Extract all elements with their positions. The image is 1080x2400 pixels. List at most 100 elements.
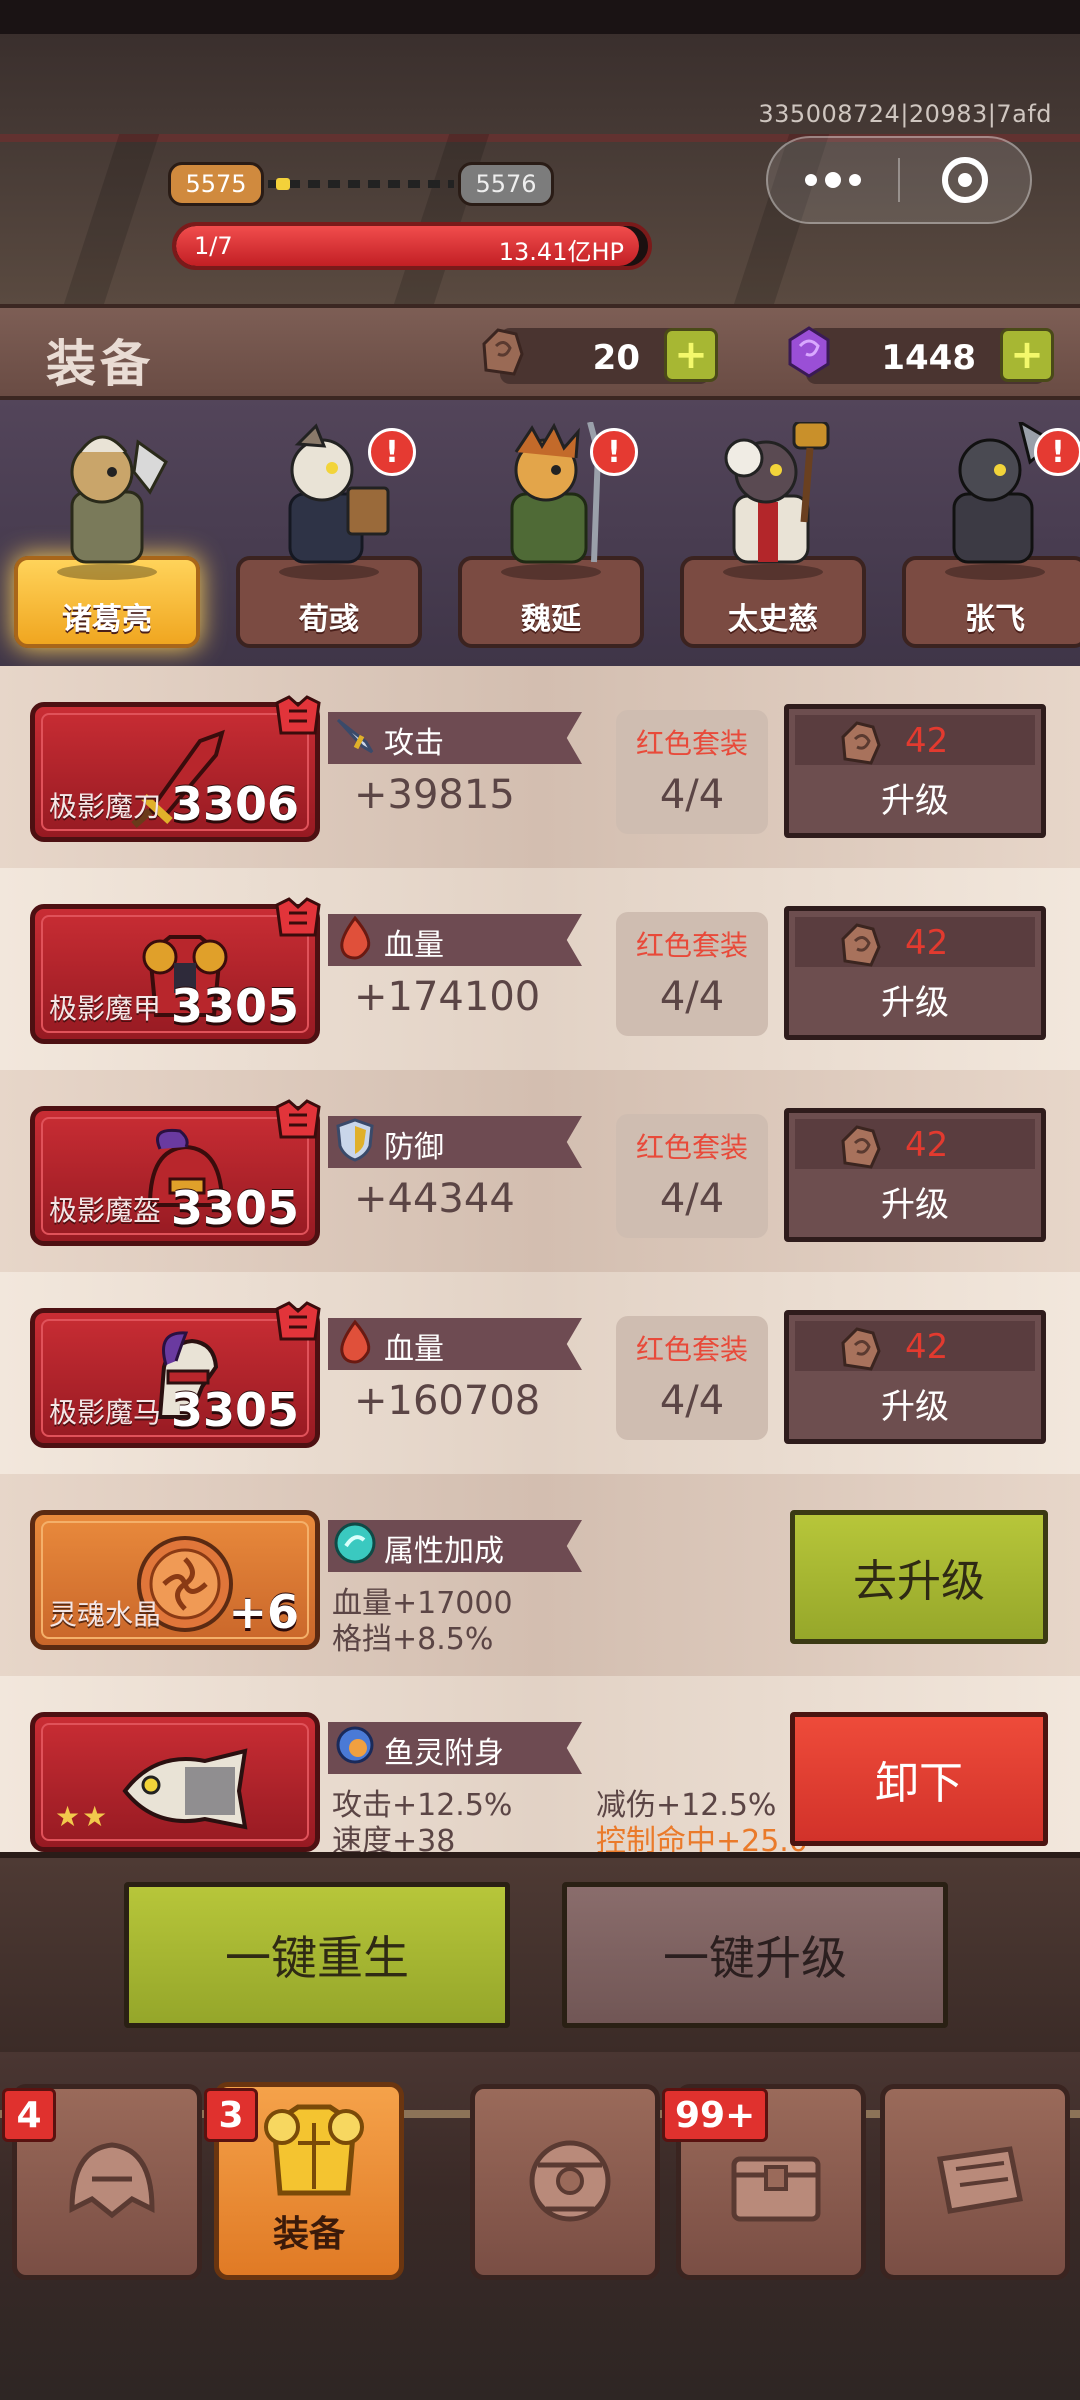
one-click-rebirth-button[interactable]: 一键重生	[124, 1882, 510, 2028]
next-level-badge: 5576	[458, 162, 554, 206]
upgrade-button[interactable]: 42 升级	[784, 1310, 1046, 1444]
upgrade-label: 升级	[881, 1185, 949, 1225]
stat-value: +39815	[354, 772, 515, 818]
equipment-name: 极影魔甲	[49, 992, 162, 1025]
sword-icon	[336, 718, 374, 754]
hero-card-zhang-fei[interactable]: ! 张飞	[898, 412, 1080, 652]
cost-value: 42	[905, 1125, 949, 1165]
equipment-name: 极影魔马	[49, 1396, 162, 1429]
bulk-action-bar: 一键重生 一键升级	[0, 1852, 1080, 2052]
hero-portrait-icon	[57, 435, 168, 580]
set-count: 4/4	[659, 772, 725, 818]
hero-card-taishi-ci[interactable]: 太史慈	[676, 412, 870, 652]
upgrade-button[interactable]: 42 升级	[784, 704, 1046, 838]
soul-crystal-row: 灵魂水晶 +6 属性加成 血量+17000 格挡+8.5% 去升级	[0, 1474, 1080, 1676]
fish-spirit-row: ★★ 鱼灵附身 攻击+12.5% 速度+38 减伤+12.5% 控制命中+25.…	[0, 1676, 1080, 1852]
soul-crystal-name: 灵魂水晶	[49, 1598, 162, 1631]
soul-crystal-card[interactable]: 灵魂水晶 +6	[30, 1510, 320, 1650]
status-strip	[0, 0, 1080, 34]
hp-value: 13.41亿HP	[498, 238, 624, 266]
upgrade-button[interactable]: 42 升级	[784, 906, 1046, 1040]
upgrade-button[interactable]: 42 升级	[784, 1108, 1046, 1242]
stat-value: +174100	[354, 974, 541, 1020]
equipment-level: 3305	[170, 1383, 299, 1437]
current-level-badge: 5575	[168, 162, 264, 206]
blood-drop-icon	[340, 915, 371, 960]
plus-icon: +	[1010, 332, 1044, 378]
equipment-level: 3305	[170, 979, 299, 1033]
red-set-armor-icon	[275, 897, 321, 937]
buy-crystal-button[interactable]: +	[1000, 328, 1054, 382]
tab-count-badge: 4	[2, 2088, 56, 2142]
cost-value: 42	[905, 923, 949, 963]
tab-forge[interactable]	[470, 2084, 660, 2280]
upgrade-cost: 42	[795, 1321, 1035, 1371]
hero-alert-icon: !	[368, 428, 416, 476]
bottom-navigation: 4 装备 3 99+	[0, 2052, 1080, 2400]
set-bonus-box: 红色套装 4/4	[616, 710, 768, 834]
hp-stage: 1/7	[194, 232, 233, 260]
stone-icon	[841, 721, 881, 765]
bonus-line: 速度+38	[332, 1824, 456, 1852]
stat-value: +160708	[354, 1378, 541, 1424]
hero-card-zhuge-liang[interactable]: 诸葛亮	[10, 412, 204, 652]
stone-icon	[482, 328, 524, 376]
hero-card-wei-yan[interactable]: ! 魏延	[454, 412, 648, 652]
close-mini-program-button[interactable]	[900, 138, 1030, 222]
upgrade-label: 升级	[881, 983, 949, 1023]
fish-spirit-card[interactable]: ★★	[30, 1712, 320, 1852]
equipment-item-card[interactable]: 极影魔马 3305	[30, 1301, 321, 1448]
red-set-armor-icon	[275, 1099, 321, 1139]
helmet-tab-icon	[69, 2142, 155, 2219]
page-title: 装备	[46, 335, 154, 393]
tab-scroll[interactable]	[880, 2084, 1070, 2280]
equipment-item-card[interactable]: 极影魔刀 3306	[30, 695, 321, 842]
set-name: 红色套装	[635, 1131, 748, 1164]
crystal-count: 1448	[881, 338, 976, 378]
set-name: 红色套装	[635, 727, 748, 760]
stat-label: 防御	[384, 1130, 444, 1165]
one-click-upgrade-button[interactable]: 一键升级	[562, 1882, 948, 2028]
equipment-row-horse: 极影魔马 3305 血量 +160708 红色套装 4/4 42 升级	[0, 1272, 1080, 1474]
hero-card-xun-yu[interactable]: ! 荀彧	[232, 412, 426, 652]
stat-value: +44344	[354, 1176, 515, 1222]
set-name: 红色套装	[635, 1333, 748, 1366]
stat-label: 血量	[384, 928, 444, 963]
set-bonus-box: 红色套装 4/4	[616, 1316, 768, 1440]
equipment-item-card[interactable]: 极影魔盔 3305	[30, 1099, 321, 1246]
hero-name: 魏延	[521, 602, 581, 637]
tab-label: 装备	[272, 2214, 345, 2255]
tab-count-badge: 3	[204, 2088, 258, 2142]
upgrade-cost: 42	[795, 1119, 1035, 1169]
star-rating: ★★	[55, 1800, 110, 1833]
stat-label: 鱼灵附身	[384, 1736, 504, 1771]
red-set-armor-icon	[275, 695, 321, 735]
stone-count: 20	[592, 338, 640, 378]
stone-icon	[841, 1125, 881, 1169]
soul-crystal-level: +6	[228, 1585, 299, 1639]
equipment-header: 装备 20 + 1448 +	[0, 304, 1080, 400]
upgrade-label: 升级	[881, 781, 949, 821]
hero-portrait-icon	[723, 422, 830, 580]
equipment-row-weapon: 极影魔刀 3306 攻击 +39815 红色套装 4/4 42 升级	[0, 666, 1080, 868]
more-dot-icon	[805, 174, 817, 186]
unequip-button[interactable]: 卸下	[790, 1712, 1048, 1846]
target-icon	[941, 157, 988, 203]
stat-label: 属性加成	[384, 1534, 504, 1569]
equipment-name: 极影魔刀	[49, 790, 162, 823]
hero-name: 诸葛亮	[62, 602, 152, 637]
crystal-counter: 1448 +	[788, 326, 1054, 384]
equipment-level: 3306	[170, 777, 299, 831]
equipment-item-card[interactable]: 极影魔甲 3305	[30, 897, 321, 1044]
go-upgrade-button[interactable]: 去升级	[790, 1510, 1048, 1644]
set-name: 红色套装	[635, 929, 748, 962]
set-count: 4/4	[659, 974, 725, 1020]
cost-value: 42	[905, 1327, 949, 1367]
bonus-line: 控制命中+25.0	[596, 1824, 808, 1852]
buy-stone-button[interactable]: +	[664, 328, 718, 382]
more-options-button[interactable]	[768, 138, 898, 222]
user-id: 335008724|20983|7afd	[758, 100, 1052, 128]
battle-banner: 335008724|20983|7afd 5575 5576 1/7 13.41…	[0, 34, 1080, 304]
fish-icon	[122, 1748, 248, 1830]
upgrade-stone-counter: 20 +	[482, 328, 718, 384]
